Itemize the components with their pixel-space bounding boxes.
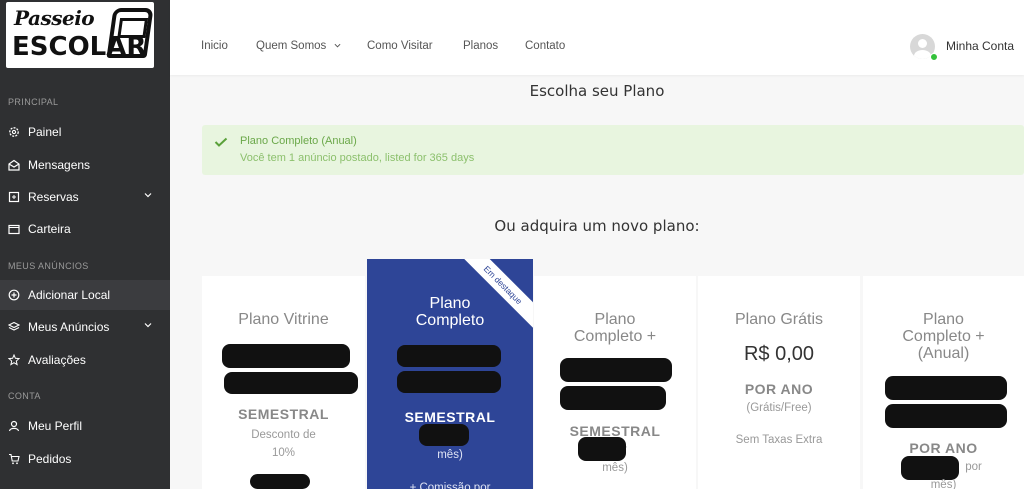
chevron-down-icon <box>144 193 152 198</box>
logo-line1: Passeio <box>14 6 95 30</box>
page-title: Escolha seu Plano <box>529 82 665 100</box>
sidebar-item-avaliacoes[interactable]: Avaliações <box>0 345 170 375</box>
section-conta: CONTA <box>8 391 41 401</box>
sidebar-item-reservas[interactable]: Reservas <box>0 182 170 212</box>
chevron-down-icon <box>334 43 340 48</box>
plan-desc: mês) <box>437 449 463 461</box>
sidebar-item-label: Pedidos <box>28 452 72 466</box>
sidebar-item-label: Avaliações <box>28 353 86 367</box>
online-status-dot <box>930 53 938 61</box>
sidebar-item-adicionar-local[interactable]: Adicionar Local <box>0 280 170 310</box>
notice-subtitle: Você tem 1 anúncio postado, listed for 3… <box>240 152 475 164</box>
plan-desc: mês) <box>930 479 957 489</box>
redacted-price <box>560 386 666 410</box>
gear-icon <box>7 125 21 139</box>
nav-link-quem-somos[interactable]: Quem Somos <box>256 40 341 52</box>
section-principal: PRINCIPAL <box>8 97 59 107</box>
sidebar-item-carteira[interactable]: Carteira <box>0 214 170 244</box>
redacted-price <box>885 376 1007 400</box>
plan-price: R$ 0,00 <box>743 343 815 365</box>
section-meus-anuncios: MEUS ANÚNCIOS <box>8 261 89 271</box>
plan-name: Plano Vitrine <box>238 311 329 328</box>
chevron-down-icon <box>144 323 152 328</box>
nav-link-inicio[interactable]: Inicio <box>201 40 228 52</box>
plan-card-completo-anual[interactable]: Plano Completo + (Anual) POR ANO por mês… <box>863 276 1024 489</box>
plan-name: Plano Completo <box>415 295 485 329</box>
sidebar-item-label: Painel <box>28 125 62 139</box>
sidebar-item-label: Mensagens <box>28 158 91 172</box>
sidebar-item-label: Carteira <box>28 222 71 236</box>
redacted-price <box>397 371 501 393</box>
star-icon <box>7 353 21 367</box>
plan-desc: (Grátis/Free) <box>746 402 812 414</box>
current-plan-notice: Plano Completo (Anual) Você tem 1 anúnci… <box>202 125 1024 175</box>
sidebar-item-label: Reservas <box>28 190 79 204</box>
plan-desc: Sem Taxas Extra <box>735 434 823 446</box>
logo-area[interactable]: Passeio ESCOLAR <box>0 0 170 75</box>
redacted-price <box>224 372 358 394</box>
nav-link-label: Quem Somos <box>256 40 327 52</box>
plan-card-completo[interactable]: Em destaque Plano Completo SEMESTRAL (R … <box>367 259 533 489</box>
redacted-price <box>885 404 1007 428</box>
plan-period: POR ANO <box>744 381 814 397</box>
nav-link-como-visitar[interactable]: Como Visitar <box>367 40 433 52</box>
plan-desc: 10% <box>271 447 296 459</box>
redacted-price <box>578 437 626 461</box>
sidebar: Passeio ESCOLAR PRINCIPAL Painel Mensage… <box>0 0 170 489</box>
plan-desc: Desconto de <box>251 429 316 441</box>
nav-link-contato[interactable]: Contato <box>525 40 565 52</box>
sidebar-item-meu-perfil[interactable]: Meu Perfil <box>0 411 170 441</box>
plan-name: Plano Completo + (Anual) <box>902 311 985 362</box>
plan-name: Plano Grátis <box>734 311 824 328</box>
account-label: Minha Conta <box>946 39 1015 53</box>
wallet-icon <box>7 222 21 236</box>
plus-circle-icon <box>7 288 21 302</box>
notice-title: Plano Completo (Anual) <box>240 135 357 147</box>
top-navigation: Inicio Quem Somos Como Visitar Planos Co… <box>170 0 1024 75</box>
sidebar-item-mensagens[interactable]: Mensagens <box>0 150 170 180</box>
plan-desc: mês) <box>602 462 628 474</box>
booking-icon <box>7 190 21 204</box>
logo[interactable]: Passeio ESCOLAR <box>6 2 154 68</box>
redacted-price <box>560 358 672 382</box>
sidebar-item-label: Adicionar Local <box>28 288 111 302</box>
cart-icon <box>7 452 21 466</box>
plan-period: POR ANO <box>909 440 978 456</box>
redacted-price <box>397 345 501 367</box>
check-icon <box>214 137 228 147</box>
redacted-price <box>419 424 469 446</box>
sidebar-item-meus-anuncios[interactable]: Meus Anúncios <box>0 312 170 342</box>
envelope-icon <box>7 158 21 172</box>
bus-icon <box>106 8 154 58</box>
plan-period: SEMESTRAL <box>238 406 329 422</box>
redacted-price <box>250 474 310 489</box>
nav-link-planos[interactable]: Planos <box>463 40 498 52</box>
sidebar-item-label: Meu Perfil <box>28 419 83 433</box>
plan-name: Plano Completo + <box>573 311 657 345</box>
account-menu[interactable]: Minha Conta <box>910 33 1014 59</box>
sidebar-item-painel[interactable]: Painel <box>0 117 170 147</box>
sidebar-item-pedidos[interactable]: Pedidos <box>0 444 170 474</box>
plan-card-completo-plus[interactable]: Plano Completo + SEMESTRAL ( por mês) <box>534 276 696 489</box>
plan-period: SEMESTRAL <box>404 409 496 425</box>
plan-card-vitrine[interactable]: Plano Vitrine SEMESTRAL Desconto de 10% … <box>202 276 365 489</box>
sidebar-item-label: Meus Anúncios <box>28 320 110 334</box>
plan-extra: + Comissão por <box>409 482 491 489</box>
user-icon <box>7 419 21 433</box>
layers-icon <box>7 320 21 334</box>
plan-card-gratis[interactable]: Plano Grátis R$ 0,00 POR ANO (Grátis/Fre… <box>698 276 860 489</box>
redacted-price <box>222 344 350 368</box>
section-subtitle: Ou adquira um novo plano: <box>494 217 700 235</box>
